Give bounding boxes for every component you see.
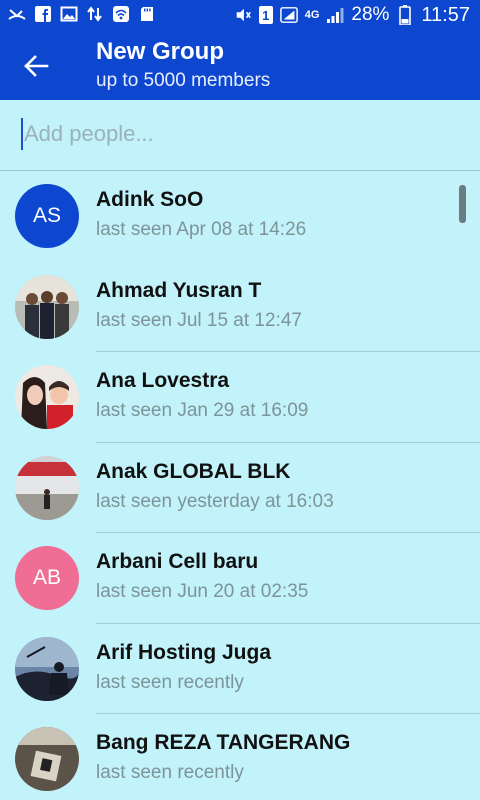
avatar bbox=[15, 636, 79, 701]
silhouette-photo-avatar bbox=[15, 636, 79, 701]
list-item[interactable]: Anak GLOBAL BLK last seen yesterday at 1… bbox=[0, 443, 480, 533]
wifi-icon bbox=[112, 5, 130, 23]
contact-last-seen: last seen recently bbox=[96, 671, 244, 693]
contact-name: Adink SoO bbox=[96, 188, 204, 211]
avatar bbox=[15, 727, 79, 791]
notification-icons bbox=[8, 5, 156, 23]
list-item[interactable]: AB Arbani Cell baru last seen Jun 20 at … bbox=[0, 533, 480, 624]
aerial-photo-avatar bbox=[15, 727, 79, 791]
event-photo-avatar bbox=[15, 455, 79, 520]
avatar: AS bbox=[15, 184, 79, 248]
contact-name: Arif Hosting Juga bbox=[96, 640, 272, 664]
contact-list: AS Adink SoO last seen Apr 08 at 14:26 A… bbox=[0, 171, 480, 800]
contact-name: Arbani Cell baru bbox=[96, 550, 259, 573]
contact-name: Anak GLOBAL BLK bbox=[96, 459, 291, 483]
add-people-bar bbox=[0, 100, 480, 171]
contact-last-seen: last seen Apr 08 at 14:26 bbox=[96, 219, 307, 240]
facebook-icon bbox=[34, 5, 52, 23]
mute-icon bbox=[234, 6, 252, 24]
list-item[interactable]: Ahmad Yusran T last seen Jul 15 at 12:47 bbox=[0, 262, 480, 352]
list-item[interactable]: Bang REZA TANGERANG last seen recently bbox=[0, 714, 480, 800]
avatar bbox=[15, 455, 79, 520]
avatar bbox=[15, 365, 79, 429]
portrait-photo-avatar bbox=[15, 365, 79, 429]
contact-name: Ana Lovestra bbox=[96, 369, 230, 392]
signal-strength-icon bbox=[326, 6, 344, 24]
network-type: 4G bbox=[304, 8, 320, 21]
gallery-icon bbox=[60, 5, 78, 23]
contact-name: Ahmad Yusran T bbox=[96, 278, 262, 302]
text-cursor bbox=[21, 118, 23, 150]
contact-last-seen: last seen Jan 29 at 16:09 bbox=[96, 400, 309, 421]
missed-call-icon bbox=[8, 5, 26, 23]
list-item[interactable]: Ana Lovestra last seen Jan 29 at 16:09 bbox=[0, 352, 480, 443]
page-subtitle: up to 5000 members bbox=[96, 70, 271, 91]
app-bar: New Group up to 5000 members bbox=[0, 30, 480, 100]
battery-percent: 28% bbox=[351, 4, 390, 25]
data-transfer-icon bbox=[86, 5, 104, 23]
sim-badge: 1 bbox=[258, 6, 273, 24]
battery-icon bbox=[396, 5, 414, 25]
avatar: AB bbox=[15, 546, 79, 610]
back-button[interactable] bbox=[20, 50, 52, 82]
sd-card-icon bbox=[138, 5, 156, 23]
contact-last-seen: last seen Jun 20 at 02:35 bbox=[96, 581, 309, 602]
scrollbar[interactable] bbox=[459, 185, 466, 223]
avatar-initials: AS bbox=[32, 204, 61, 227]
system-icons: 1 4G 28% 11:57 bbox=[234, 4, 470, 26]
list-item[interactable]: AS Adink SoO last seen Apr 08 at 14:26 bbox=[0, 171, 480, 262]
contact-last-seen: last seen yesterday at 16:03 bbox=[96, 490, 334, 512]
group-photo-avatar bbox=[15, 274, 79, 339]
avatar-initials: AB bbox=[32, 566, 61, 589]
contact-name: Bang REZA TANGERANG bbox=[96, 731, 351, 754]
contact-last-seen: last seen recently bbox=[96, 762, 244, 783]
list-item[interactable]: Arif Hosting Juga last seen recently bbox=[0, 624, 480, 714]
arrow-left-icon bbox=[24, 55, 49, 77]
add-people-input[interactable] bbox=[24, 116, 464, 152]
avatar bbox=[15, 274, 79, 339]
status-bar: 1 4G 28% 11:57 bbox=[0, 0, 480, 30]
page-title: New Group bbox=[96, 38, 225, 65]
clock: 11:57 bbox=[421, 4, 470, 26]
contact-last-seen: last seen Jul 15 at 12:47 bbox=[96, 309, 302, 331]
signal-box-icon bbox=[279, 6, 298, 24]
